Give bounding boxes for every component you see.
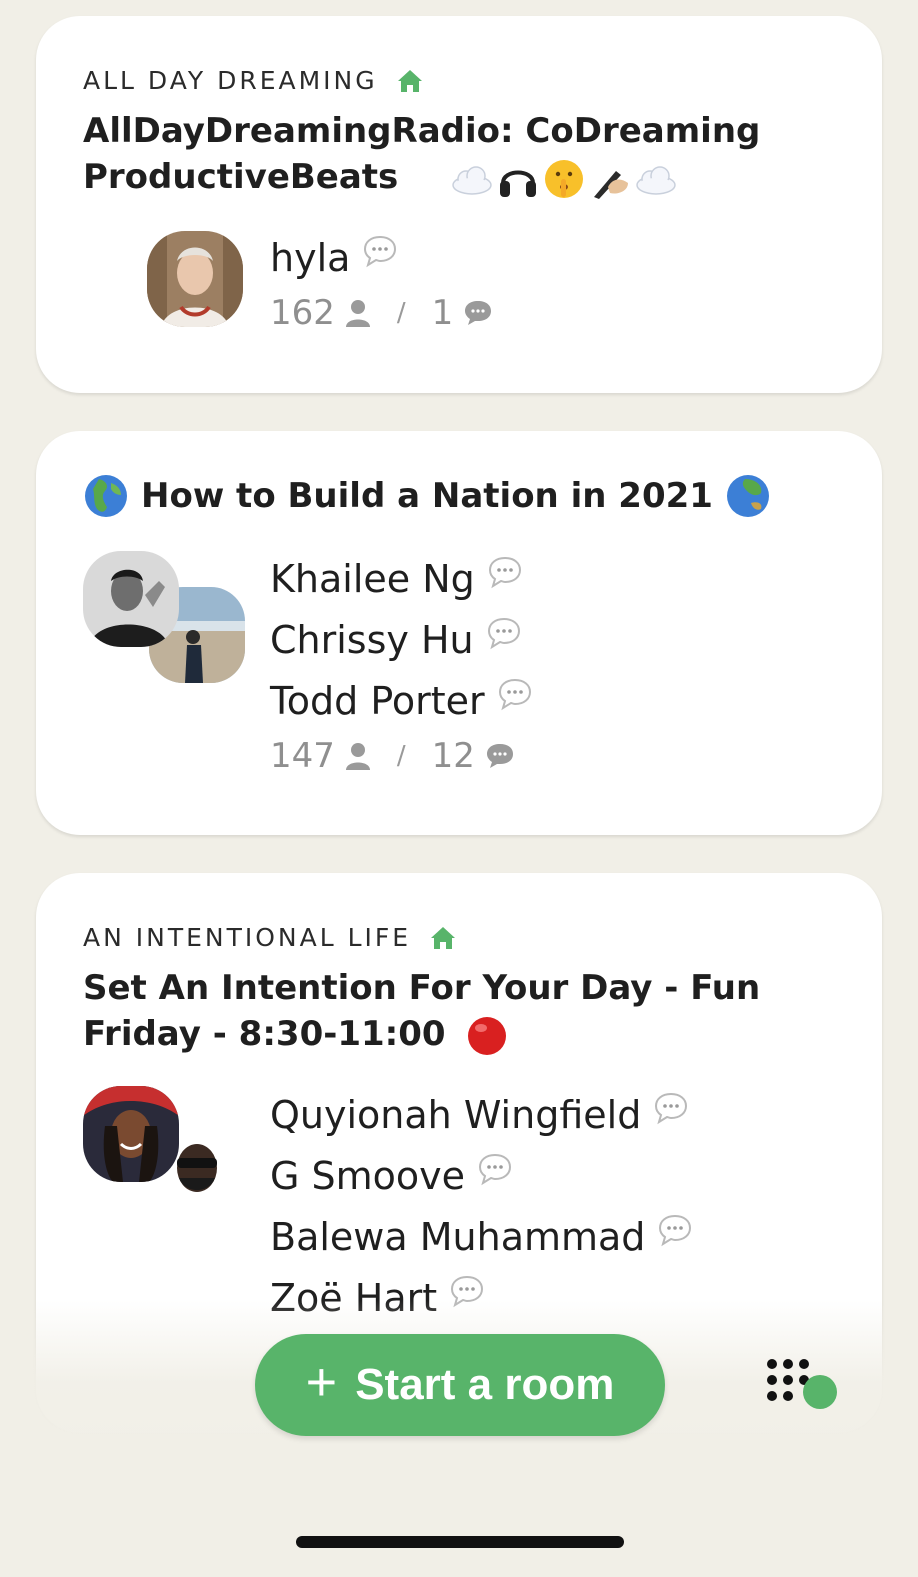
- speaker-list: hyla 162 / 1: [270, 228, 493, 333]
- person-icon: [345, 300, 370, 327]
- speech-bubble-icon: [659, 1214, 692, 1246]
- speaker-label: Quyionah Wingfield: [270, 1093, 642, 1137]
- red-circle-icon: [468, 1016, 507, 1055]
- avatar[interactable]: [83, 551, 179, 647]
- speaker-count: 1: [431, 293, 454, 333]
- cloud-icon: [452, 165, 492, 195]
- person-icon: [345, 743, 370, 770]
- speaker-name[interactable]: Chrissy Hu: [270, 610, 533, 671]
- club-label: AN INTENTIONAL LIFE: [83, 923, 412, 952]
- speaker-list: Quyionah Wingfield G Smoove Balewa Muham…: [270, 1085, 693, 1329]
- room-title-text: How to Build a Nation in 2021: [141, 476, 713, 516]
- home-indicator[interactable]: [296, 1536, 624, 1548]
- speaker-name[interactable]: Todd Porter: [270, 671, 533, 732]
- cloud-icon: [636, 165, 676, 195]
- listener-count: 162: [270, 293, 335, 333]
- listener-count: 147: [270, 736, 335, 776]
- speaker-label: Khailee Ng: [270, 557, 475, 601]
- club-label: ALL DAY DREAMING: [83, 66, 378, 95]
- speaker-name[interactable]: Quyionah Wingfield: [270, 1085, 693, 1146]
- shushing-face-icon: [545, 159, 584, 198]
- speech-bubble-icon: [479, 1153, 512, 1185]
- speaker-label: hyla: [270, 236, 351, 280]
- speaker-name[interactable]: Balewa Muhammad: [270, 1207, 693, 1268]
- speaker-label: G Smoove: [270, 1154, 466, 1198]
- start-room-label: Start a room: [355, 1360, 615, 1409]
- headphones-icon: [500, 170, 537, 197]
- plus-icon: +: [305, 1352, 338, 1412]
- start-room-button[interactable]: + Start a room: [255, 1334, 665, 1436]
- home-icon: [397, 69, 422, 92]
- room-title: Set An Intention For Your Day - Fun Frid…: [83, 965, 842, 1058]
- speaker-name[interactable]: hyla: [270, 228, 493, 289]
- room-title: AllDayDreamingRadio: CoDreaming Producti…: [83, 108, 842, 201]
- room-title-text: Set An Intention For Your Day - Fun Frid…: [83, 968, 761, 1054]
- writing-hand-icon: [594, 170, 629, 199]
- home-icon: [431, 926, 456, 949]
- club-name: ALL DAY DREAMING: [83, 66, 424, 95]
- speaker-label: Chrissy Hu: [270, 618, 474, 662]
- speech-bubble-icon: [655, 1092, 688, 1124]
- room-card[interactable]: How to Build a Nation in 2021 Khailee Ng: [36, 431, 882, 835]
- speaker-list: Khailee Ng Chrissy Hu Todd Porter 147 / …: [270, 549, 533, 776]
- club-name: AN INTENTIONAL LIFE: [83, 923, 457, 952]
- room-card[interactable]: ALL DAY DREAMING AllDayDreamingRadio: Co…: [36, 16, 882, 393]
- speaker-label: Todd Porter: [270, 679, 485, 723]
- room-stats: 147 / 12: [270, 736, 533, 776]
- speech-bubble-icon: [364, 235, 397, 267]
- speaker-name[interactable]: G Smoove: [270, 1146, 693, 1207]
- speech-bubble-icon: [487, 617, 520, 649]
- speech-bubble-icon: [488, 556, 521, 588]
- online-status-dot: [803, 1375, 837, 1409]
- avatar[interactable]: [147, 231, 243, 327]
- dot-grid-icon[interactable]: [762, 1356, 842, 1416]
- speaker-name[interactable]: Khailee Ng: [270, 549, 533, 610]
- speech-bubble-icon: [498, 678, 531, 710]
- separator-slash: /: [396, 298, 406, 328]
- chat-icon: [486, 744, 513, 768]
- globe-icon: [85, 475, 127, 517]
- avatar[interactable]: [83, 1086, 179, 1182]
- separator-slash: /: [396, 741, 406, 771]
- globe-icon: [726, 475, 769, 517]
- room-title: How to Build a Nation in 2021: [83, 473, 842, 519]
- room-stats: 162 / 1: [270, 293, 493, 333]
- speaker-label: Balewa Muhammad: [270, 1215, 646, 1259]
- speaker-count: 12: [431, 736, 475, 776]
- title-emoji: [450, 157, 678, 201]
- chat-icon: [465, 301, 492, 325]
